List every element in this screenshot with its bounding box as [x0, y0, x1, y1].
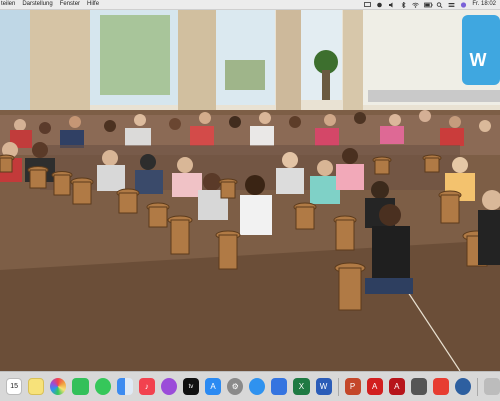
- music-icon[interactable]: ♪: [138, 378, 155, 395]
- dock-separator-2: [477, 377, 479, 396]
- dock-separator: [337, 377, 339, 396]
- siri-icon[interactable]: [460, 1, 467, 8]
- app-store-icon[interactable]: A: [205, 378, 222, 395]
- facetime-icon[interactable]: [72, 378, 89, 395]
- keynote-icon[interactable]: [271, 378, 288, 395]
- video-frame: W: [0, 10, 500, 371]
- menu-window[interactable]: Fenster: [60, 0, 80, 9]
- menu-help[interactable]: Hilfe: [87, 0, 99, 9]
- excel-icon[interactable]: X: [293, 378, 310, 395]
- acrobat-reader-icon[interactable]: A: [388, 378, 405, 395]
- menu-share[interactable]: teilen: [1, 0, 15, 9]
- browser-icon[interactable]: [455, 378, 472, 395]
- word-icon[interactable]: W: [315, 378, 332, 395]
- screen-mirror-icon[interactable]: [364, 1, 372, 8]
- wall-letter: W: [470, 50, 487, 70]
- wifi-icon[interactable]: [412, 2, 420, 8]
- search-icon[interactable]: [436, 1, 443, 8]
- apple-tv-icon[interactable]: tv: [182, 378, 200, 395]
- notes-icon[interactable]: [28, 378, 45, 395]
- safari-icon[interactable]: [249, 378, 266, 395]
- dock: 15 ♪ tv A ⚙ X W P A A: [0, 371, 500, 401]
- menu-bar: teilen Darstellung Fenster Hilfe Fr. 18:…: [0, 0, 500, 10]
- photos-icon[interactable]: [50, 378, 67, 395]
- powerpoint-icon[interactable]: P: [344, 378, 361, 395]
- control-center-icon[interactable]: [448, 2, 455, 8]
- messages-icon[interactable]: [94, 378, 111, 395]
- trash-icon[interactable]: [484, 378, 500, 395]
- anydesk-icon[interactable]: [432, 378, 450, 395]
- acrobat-icon[interactable]: A: [366, 378, 383, 395]
- podcasts-icon[interactable]: [160, 378, 177, 395]
- bluetooth-icon[interactable]: [400, 0, 407, 9]
- system-preferences-icon[interactable]: ⚙: [227, 378, 244, 395]
- speaker-icon[interactable]: [388, 2, 395, 8]
- menu-view[interactable]: Darstellung: [22, 0, 52, 9]
- menubar-clock[interactable]: Fr. 18:02: [472, 0, 496, 9]
- calendar-day: 15: [10, 383, 18, 390]
- calendar-icon[interactable]: 15: [6, 378, 23, 395]
- record-icon[interactable]: [376, 2, 383, 8]
- battery-icon[interactable]: [424, 2, 433, 8]
- finder-icon[interactable]: [116, 378, 133, 395]
- teamviewer-icon[interactable]: [410, 378, 427, 395]
